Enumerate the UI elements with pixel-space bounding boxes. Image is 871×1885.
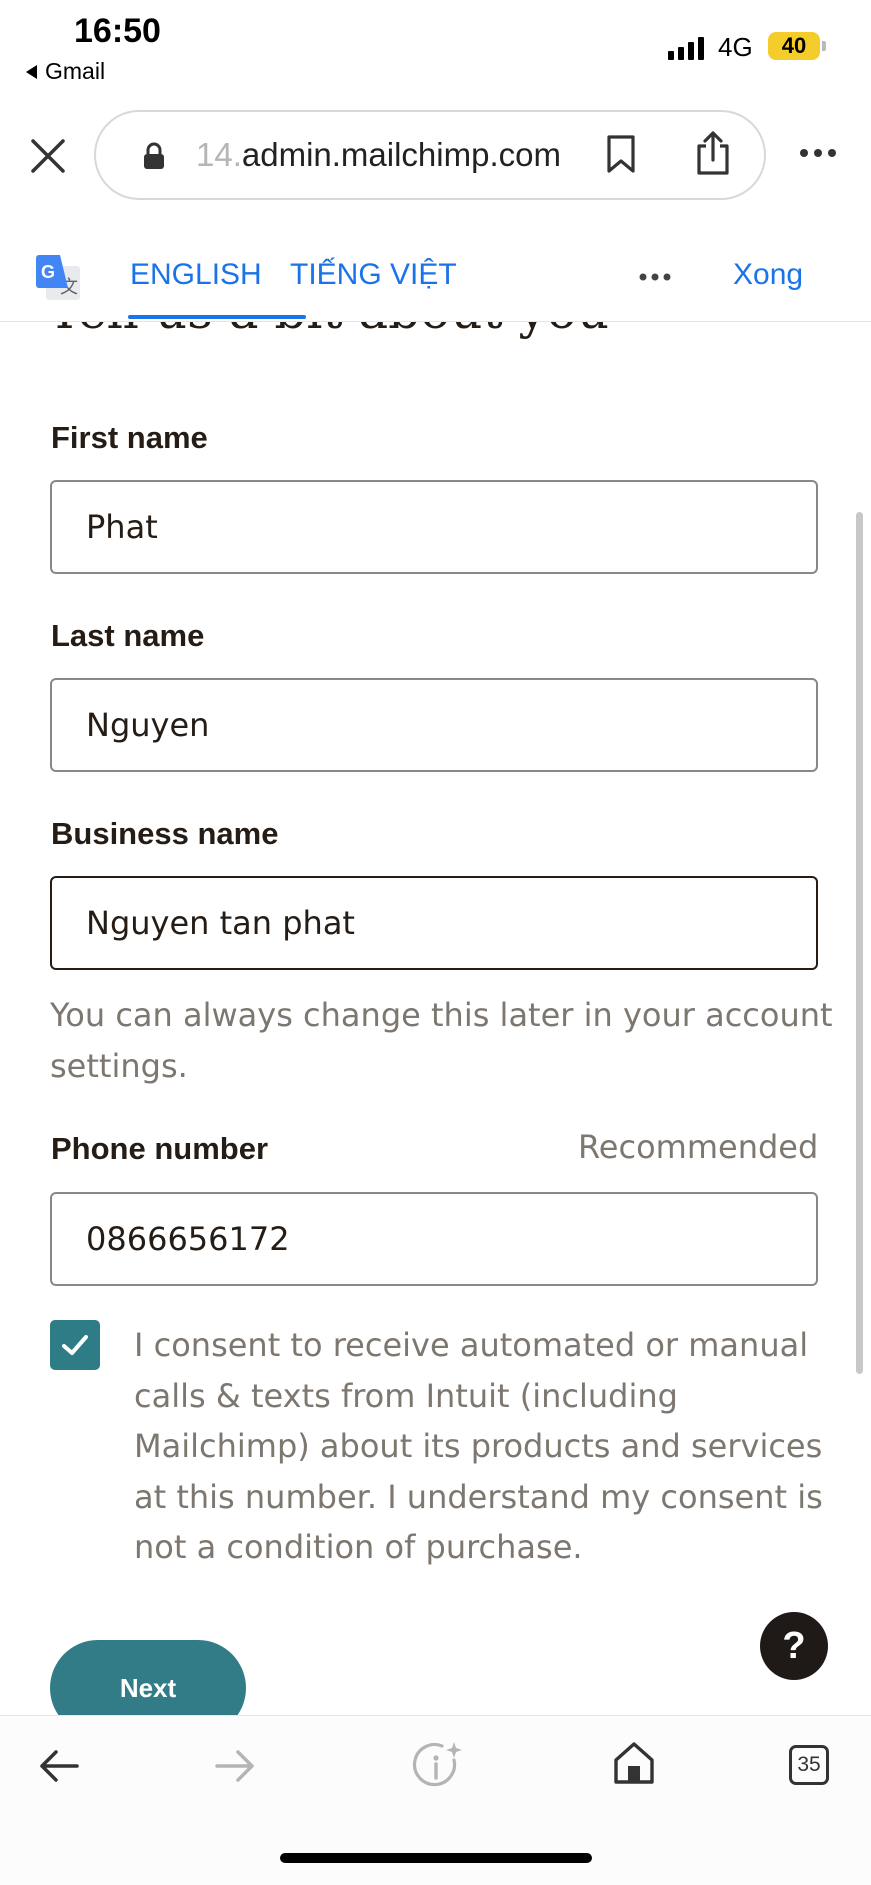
status-time: 16:50	[74, 12, 161, 50]
svg-text:G: G	[41, 262, 55, 282]
network-type: 4G	[718, 32, 753, 62]
first-name-input[interactable]	[50, 480, 818, 574]
translate-more-icon[interactable]	[638, 272, 672, 282]
tab-english[interactable]: ENGLISH	[130, 258, 262, 292]
last-name-input[interactable]	[50, 678, 818, 772]
scrollbar[interactable]	[856, 512, 863, 1374]
help-button[interactable]: ?	[760, 1612, 828, 1680]
back-app-label: Gmail	[45, 58, 106, 84]
close-icon[interactable]	[28, 136, 68, 176]
consent-checkbox[interactable]	[50, 1320, 100, 1370]
tabs-button[interactable]: 35	[789, 1745, 829, 1785]
home-icon[interactable]	[612, 1740, 656, 1786]
url-prefix: 14.	[196, 136, 242, 173]
checkmark-icon	[62, 1335, 88, 1355]
first-name-label: First name	[51, 420, 208, 455]
business-name-input[interactable]	[50, 876, 818, 970]
forward-icon[interactable]	[214, 1748, 256, 1784]
consent-text: I consent to receive automated or manual…	[134, 1326, 823, 1566]
back-arrow-icon	[26, 64, 37, 79]
business-name-label: Business name	[51, 816, 279, 851]
url-domain: admin.mailchimp.com	[241, 136, 561, 173]
back-icon[interactable]	[38, 1748, 80, 1784]
home-indicator	[280, 1853, 592, 1863]
cellular-signal-icon	[668, 36, 704, 60]
done-button[interactable]: Xong	[733, 258, 803, 292]
url-text[interactable]: 14.admin.mailchimp.com	[196, 136, 561, 174]
share-icon[interactable]	[694, 130, 732, 176]
lock-icon	[144, 142, 164, 169]
tab-vietnamese[interactable]: TIẾNG VIỆT	[290, 258, 457, 292]
back-to-app-link[interactable]: Gmail	[26, 58, 105, 85]
battery-icon: 40	[768, 32, 820, 60]
active-tab-indicator	[128, 315, 306, 319]
last-name-label: Last name	[51, 618, 205, 653]
business-name-help-text: You can always change this later in your…	[50, 996, 833, 1085]
google-translate-icon[interactable]: 文 G	[34, 254, 84, 304]
insights-icon[interactable]	[410, 1738, 464, 1792]
recommended-hint: Recommended	[578, 1128, 819, 1166]
phone-number-input[interactable]	[50, 1192, 818, 1286]
phone-number-label: Phone number	[51, 1131, 269, 1166]
bookmark-icon[interactable]	[605, 134, 637, 174]
battery-cap	[822, 41, 826, 51]
more-options-icon[interactable]	[798, 143, 838, 163]
